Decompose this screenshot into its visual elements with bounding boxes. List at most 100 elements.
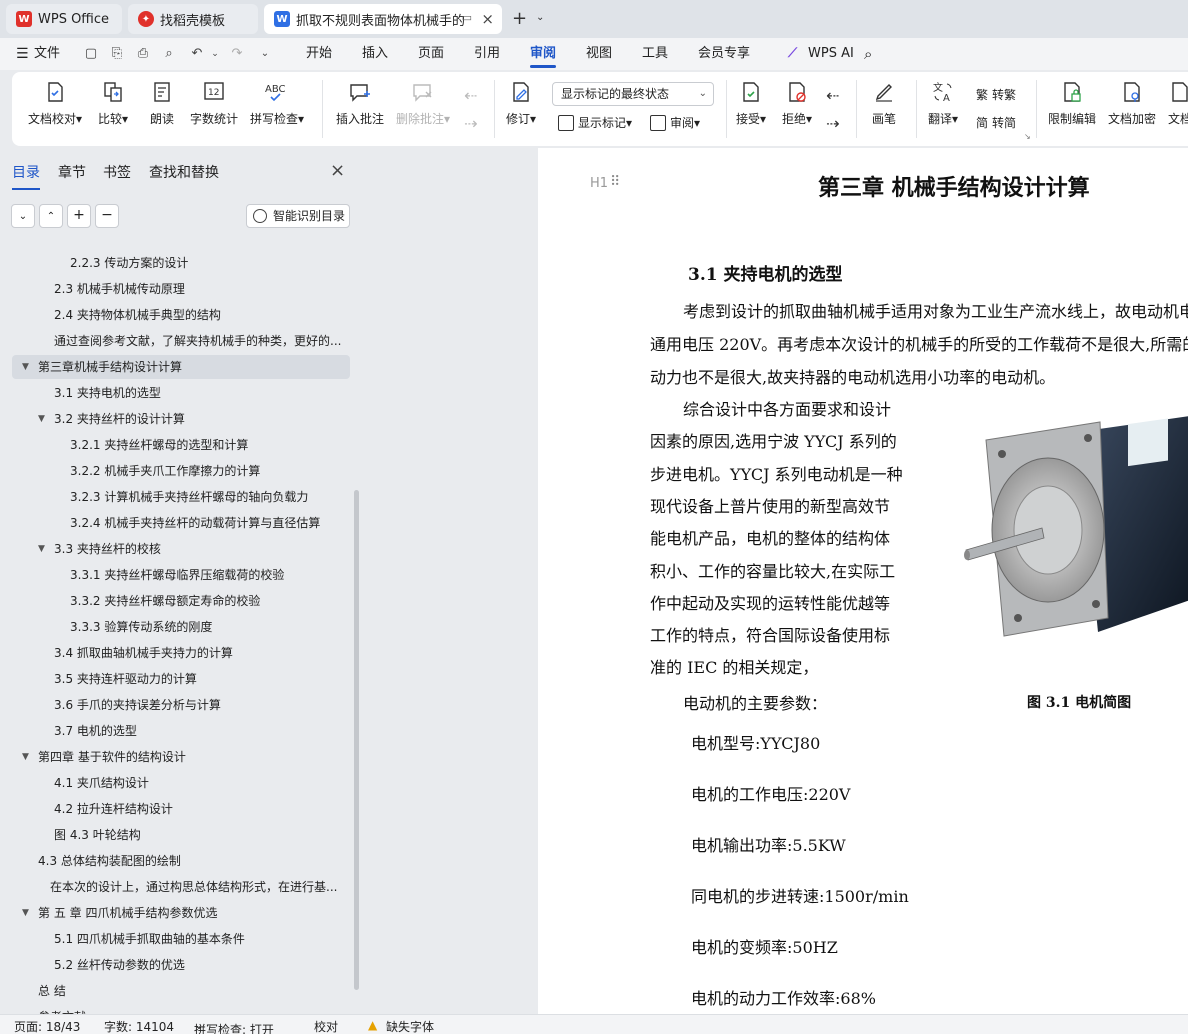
read-aloud-button[interactable]: 朗读 — [150, 80, 174, 127]
reject-button[interactable]: 拒绝▾ — [782, 80, 812, 127]
save-icon[interactable]: ▢ — [84, 47, 98, 61]
toc-item[interactable]: 3.2.1 夹持丝杆螺母的选型和计算 — [70, 432, 248, 458]
search-icon[interactable]: ⌕ — [864, 38, 872, 70]
page-indicator[interactable]: 页面: 18/43 — [14, 1018, 80, 1034]
toc-item[interactable]: 3.2.3 计算机械手夹持丝杆螺母的轴向负载力 — [70, 484, 308, 510]
delete-comment-button[interactable]: 删除批注▾ — [396, 80, 450, 127]
toc-item[interactable]: 总 结 — [38, 978, 66, 1004]
tab-wps-office[interactable]: W WPS Office — [6, 4, 122, 34]
expand-triangle-icon[interactable]: ▼ — [22, 744, 29, 770]
toc-item[interactable]: ▼ 第四章 基于软件的结构设计 — [22, 744, 186, 770]
toc-item[interactable]: 3.3.3 验算传动系统的刚度 — [70, 614, 212, 640]
undo-icon[interactable]: ↶ — [190, 47, 204, 61]
menu-wps-ai[interactable]: WPS AI — [808, 38, 854, 70]
toc-item[interactable]: 3.2.4 机械手夹持丝杆的动载荷计算与直径估算 — [70, 510, 320, 536]
tab-document[interactable]: W 抓取不规则表面物体机械手的设 ▭ × — [264, 4, 502, 34]
restrict-edit-button[interactable]: 限制编辑 — [1048, 80, 1096, 127]
menu-page[interactable]: 页面 — [418, 38, 444, 70]
toc-item[interactable]: 参考文献 — [38, 1004, 86, 1014]
proofread-status[interactable]: 校对 — [314, 1018, 338, 1034]
toc-item[interactable]: 4.2 拉升连杆结构设计 — [54, 796, 173, 822]
toc-item[interactable]: 2.2.3 传动方案的设计 — [70, 250, 188, 276]
toc-item[interactable]: 3.7 电机的选型 — [54, 718, 137, 744]
tab-template[interactable]: ✦ 找稻壳模板 — [128, 4, 258, 34]
menu-insert[interactable]: 插入 — [362, 38, 388, 70]
toc-item[interactable]: 3.4 抓取曲轴机械手夹持力的计算 — [54, 640, 233, 666]
menu-tools[interactable]: 工具 — [642, 38, 668, 70]
new-tab-icon[interactable]: + — [512, 8, 527, 29]
toc-item[interactable]: 3.3.2 夹持丝杆螺母额定寿命的校验 — [70, 588, 260, 614]
menu-review[interactable]: 审阅 — [530, 38, 557, 70]
toc-item-label: 2.4 夹持物体机械手典型的结构 — [54, 308, 221, 322]
expand-triangle-icon[interactable]: ▼ — [22, 900, 29, 926]
prev-change-icon[interactable]: ⇠ — [826, 86, 839, 105]
word-count-button[interactable]: 12 字数统计 — [190, 80, 238, 127]
compare-button[interactable]: 比较▾ — [98, 80, 128, 127]
next-comment-icon[interactable]: ⇢ — [464, 114, 477, 133]
toc-item[interactable]: ▼ 3.2 夹持丝杆的设计计算 — [38, 406, 185, 432]
toc-item[interactable]: ▼ 第三章机械手结构设计计算 — [12, 354, 350, 380]
tab-close-icon[interactable]: × — [481, 10, 494, 28]
doc-encrypt-button[interactable]: 文档加密 — [1108, 80, 1156, 127]
toc-item[interactable]: ▼ 3.3 夹持丝杆的校核 — [38, 536, 161, 562]
undo-dropdown-icon[interactable]: ⌄ — [208, 47, 222, 61]
hamburger-icon[interactable]: ☰ — [16, 38, 29, 70]
expand-triangle-icon[interactable]: ▼ — [38, 536, 45, 562]
print-icon[interactable]: ⎙ — [136, 47, 150, 61]
read-aloud-icon — [154, 82, 170, 102]
toc-item[interactable]: 3.3.1 夹持丝杆螺母临界压缩载荷的校验 — [70, 562, 284, 588]
next-change-icon[interactable]: ⇢ — [826, 114, 839, 133]
pen-button[interactable]: 画笔 — [872, 80, 896, 127]
toc-item[interactable]: 4.3 总体结构装配图的绘制 — [38, 848, 181, 874]
drag-handle-icon[interactable]: ⠿ — [610, 174, 620, 190]
menu-file[interactable]: 文件 — [34, 38, 60, 70]
toc-item[interactable]: 3.5 夹持连杆驱动力的计算 — [54, 666, 197, 692]
redo-icon[interactable]: ↷ — [230, 47, 244, 61]
toc-item[interactable]: 3.6 手爪的夹持误差分析与计算 — [54, 692, 221, 718]
document-page[interactable]: H1 ⠿ 第三章 机械手结构设计计算 3.1 夹持电机的选型 考虑到设计的抓取曲… — [538, 148, 1188, 1014]
toc-item[interactable]: 2.3 机械手机械传动原理 — [54, 276, 185, 302]
quick-access-more-icon[interactable]: ⌄ — [258, 47, 272, 61]
review-pane-button[interactable]: 审阅 ▾ — [650, 114, 700, 131]
print-preview-icon[interactable]: ⌕ — [162, 47, 176, 61]
markup-display-select[interactable]: 显示标记的最终状态 ⌄ — [552, 82, 714, 106]
expand-triangle-icon[interactable]: ▼ — [22, 354, 29, 380]
insert-comment-button[interactable]: 插入批注 — [336, 80, 384, 127]
show-marks-button[interactable]: 显示标记 ▾ — [558, 114, 632, 131]
spell-check-status[interactable]: 拼写检查: 打开 ⌄ — [194, 1018, 274, 1034]
tab-list-chevron-icon[interactable]: ⌄ — [536, 12, 544, 23]
toc-item[interactable]: 3.2.2 机械手夹爪工作摩擦力的计算 — [70, 458, 260, 484]
motor-image[interactable] — [958, 410, 1188, 646]
doc-more-button[interactable]: 文档 — [1168, 80, 1188, 127]
toc-item[interactable]: ▼ 第 五 章 四爪机械手结构参数优选 — [22, 900, 217, 926]
menu-references[interactable]: 引用 — [474, 38, 500, 70]
toc-item[interactable]: 图 4.3 叶轮结构 — [54, 822, 141, 848]
menu-view[interactable]: 视图 — [586, 38, 612, 70]
revise-button[interactable]: 修订▾ — [506, 80, 536, 127]
export-pdf-icon[interactable]: ⎘ — [110, 47, 124, 61]
toc-item[interactable]: 2.4 夹持物体机械手典型的结构 — [54, 302, 221, 328]
menu-member[interactable]: 会员专享 — [698, 38, 750, 70]
toc-item[interactable]: 3.1 夹持电机的选型 — [54, 380, 161, 406]
translate-button[interactable]: 文A 翻译▾ — [928, 80, 958, 127]
toc-item[interactable]: 4.1 夹爪结构设计 — [54, 770, 149, 796]
toc-item[interactable]: 5.2 丝杆传动参数的优选 — [54, 952, 185, 978]
group-expand-icon[interactable]: ↘ — [1024, 132, 1031, 141]
doc-check-button[interactable]: 文档校对▾ — [28, 80, 82, 127]
to-simplified-button[interactable]: 简 转简 — [976, 114, 1016, 131]
prev-comment-icon[interactable]: ⇠ — [464, 86, 477, 105]
toc-scrollbar[interactable] — [354, 490, 359, 990]
toc-item[interactable]: 通过查阅参考文献，了解夹持机械手的种类，更好的... — [54, 328, 341, 354]
heading-marker[interactable]: H1 — [590, 176, 608, 191]
accept-button[interactable]: 接受▾ — [736, 80, 766, 127]
toc-item[interactable]: 5.1 四爪机械手抓取曲轴的基本条件 — [54, 926, 245, 952]
spell-check-button[interactable]: ABC 拼写检查▾ — [250, 80, 304, 127]
ribbon-separator — [726, 80, 727, 138]
expand-triangle-icon[interactable]: ▼ — [38, 406, 45, 432]
menu-home[interactable]: 开始 — [306, 38, 332, 70]
missing-font-status[interactable]: 缺失字体 — [386, 1018, 434, 1034]
navigation-pane: 目录 章节 书签 查找和替换 × ⌄ ⌃ + − 智能识别目录 2.2.3 传动… — [0, 148, 362, 1014]
word-count-indicator[interactable]: 字数: 14104 — [104, 1018, 174, 1034]
to-traditional-button[interactable]: 繁 转繁 — [976, 86, 1016, 103]
toc-item[interactable]: 在本次的设计上，通过构思总体结构形式，在进行基... — [50, 874, 337, 900]
